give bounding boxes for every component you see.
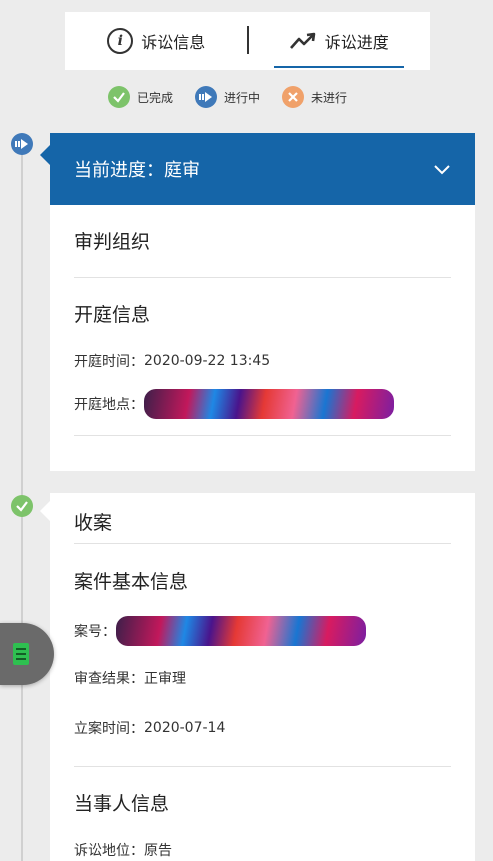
check-circle-icon: [11, 495, 33, 517]
section-title: 开庭信息: [74, 304, 151, 326]
field-label: 诉讼地位：: [74, 843, 144, 859]
legend-completed: 已完成: [108, 86, 173, 108]
chevron-down-icon: [434, 165, 450, 175]
info-icon: i: [107, 28, 134, 54]
field-label: 开庭地点：: [74, 397, 144, 413]
filing-stage-card: 收案 案件基本信息 案号： 审查结果： 正审理 立案时间： 2020-07-14…: [40, 493, 475, 861]
section-title: 审判组织: [74, 231, 151, 253]
case-number-row: 案号：: [74, 616, 451, 646]
party-info-section: 当事人信息 诉讼地位： 原告: [50, 767, 475, 860]
field-label: 开庭时间：: [74, 354, 144, 370]
legend-in-progress: 进行中: [195, 86, 260, 108]
tab-label: 诉讼信息: [141, 33, 206, 52]
tab-label: 诉讼进度: [324, 33, 389, 52]
filing-date-row: 立案时间： 2020-07-14: [74, 718, 451, 738]
review-result-value: 正审理: [144, 671, 186, 687]
arrow-circle-icon: [11, 133, 33, 155]
tab-litigation-info[interactable]: i 诉讼信息: [65, 12, 248, 70]
party-role-row: 诉讼地位： 原告: [74, 840, 451, 860]
field-label: 案号：: [74, 624, 116, 640]
status-legend: 已完成 进行中 未进行: [108, 86, 347, 108]
tab-bar: i 诉讼信息 诉讼进度: [65, 12, 430, 70]
divider: [74, 435, 451, 436]
filing-date-value: 2020-07-14: [144, 720, 226, 736]
legend-label: 进行中: [224, 90, 261, 105]
review-result-row: 审查结果： 正审理: [74, 668, 451, 688]
redacted-value: [116, 616, 366, 646]
case-basic-section: 案件基本信息 案号： 审查结果： 正审理 立案时间： 2020-07-14: [50, 544, 475, 738]
floating-menu-button[interactable]: [0, 623, 54, 685]
current-stage-title: 当前进度：庭审: [74, 160, 200, 181]
cross-circle-icon: [282, 86, 305, 108]
judge-org-section: 审判组织: [50, 205, 475, 277]
hearing-info-section: 开庭信息 开庭时间： 2020-09-22 13:45 开庭地点：: [50, 278, 475, 419]
legend-label: 已完成: [137, 90, 174, 105]
document-icon: [13, 643, 29, 665]
legend-label: 未进行: [311, 90, 348, 105]
redacted-value: [144, 389, 394, 419]
current-stage-header[interactable]: 当前进度：庭审: [40, 133, 475, 205]
hearing-time-value: 2020-09-22 13:45: [144, 353, 271, 369]
arrow-circle-icon: [195, 86, 218, 108]
tab-litigation-progress[interactable]: 诉讼进度: [248, 12, 431, 70]
hearing-time-row: 开庭时间： 2020-09-22 13:45: [74, 351, 451, 371]
party-role-value: 原告: [144, 843, 172, 859]
current-stage-card: 当前进度：庭审 审判组织 开庭信息 开庭时间： 2020-09-22 13:45…: [40, 133, 475, 471]
filing-header: 收案: [50, 493, 475, 543]
field-label: 立案时间：: [74, 721, 144, 737]
filing-stage-title: 收案: [74, 512, 113, 534]
field-label: 审查结果：: [74, 671, 144, 687]
trend-icon: [289, 32, 316, 49]
check-circle-icon: [108, 86, 130, 108]
section-title: 案件基本信息: [74, 571, 189, 593]
hearing-place-row: 开庭地点：: [74, 389, 451, 419]
section-title: 当事人信息: [74, 793, 170, 815]
legend-not-started: 未进行: [282, 86, 347, 108]
